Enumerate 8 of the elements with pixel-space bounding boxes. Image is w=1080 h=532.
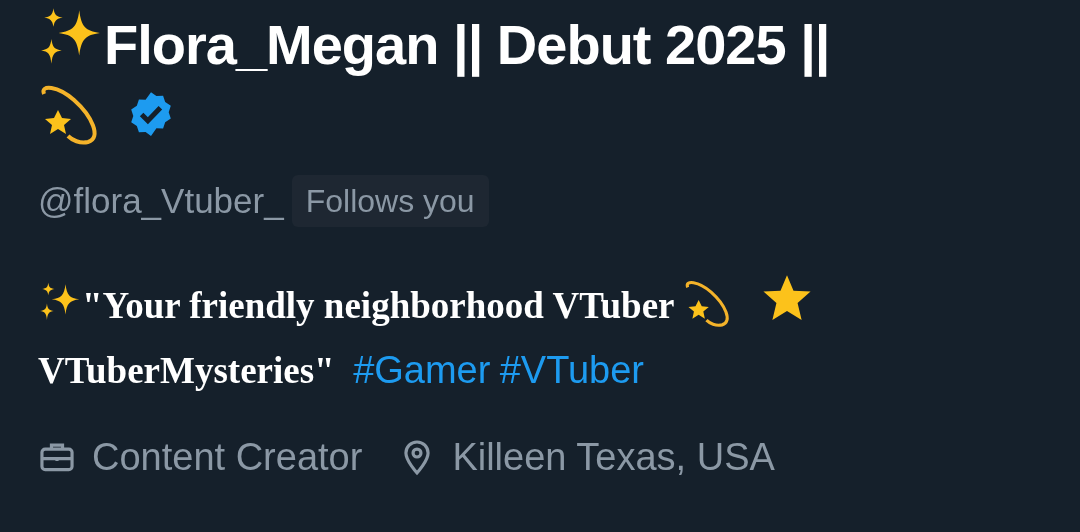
hashtag-link[interactable]: #VTuber: [499, 348, 644, 391]
follows-you-badge: Follows you: [291, 175, 489, 228]
hashtag-link[interactable]: #Gamer: [353, 348, 491, 391]
bio: "Your friendly neighborhood VTuber VTuberMysteries" #Gamer #VTuber: [38, 271, 1042, 403]
location-text: Killeen Texas, USA: [452, 434, 775, 480]
display-name: Flora_Megan || Debut 2025 ||: [104, 13, 830, 76]
handle: @flora_Vtuber_: [38, 180, 284, 222]
profession-text: Content Creator: [92, 434, 363, 480]
